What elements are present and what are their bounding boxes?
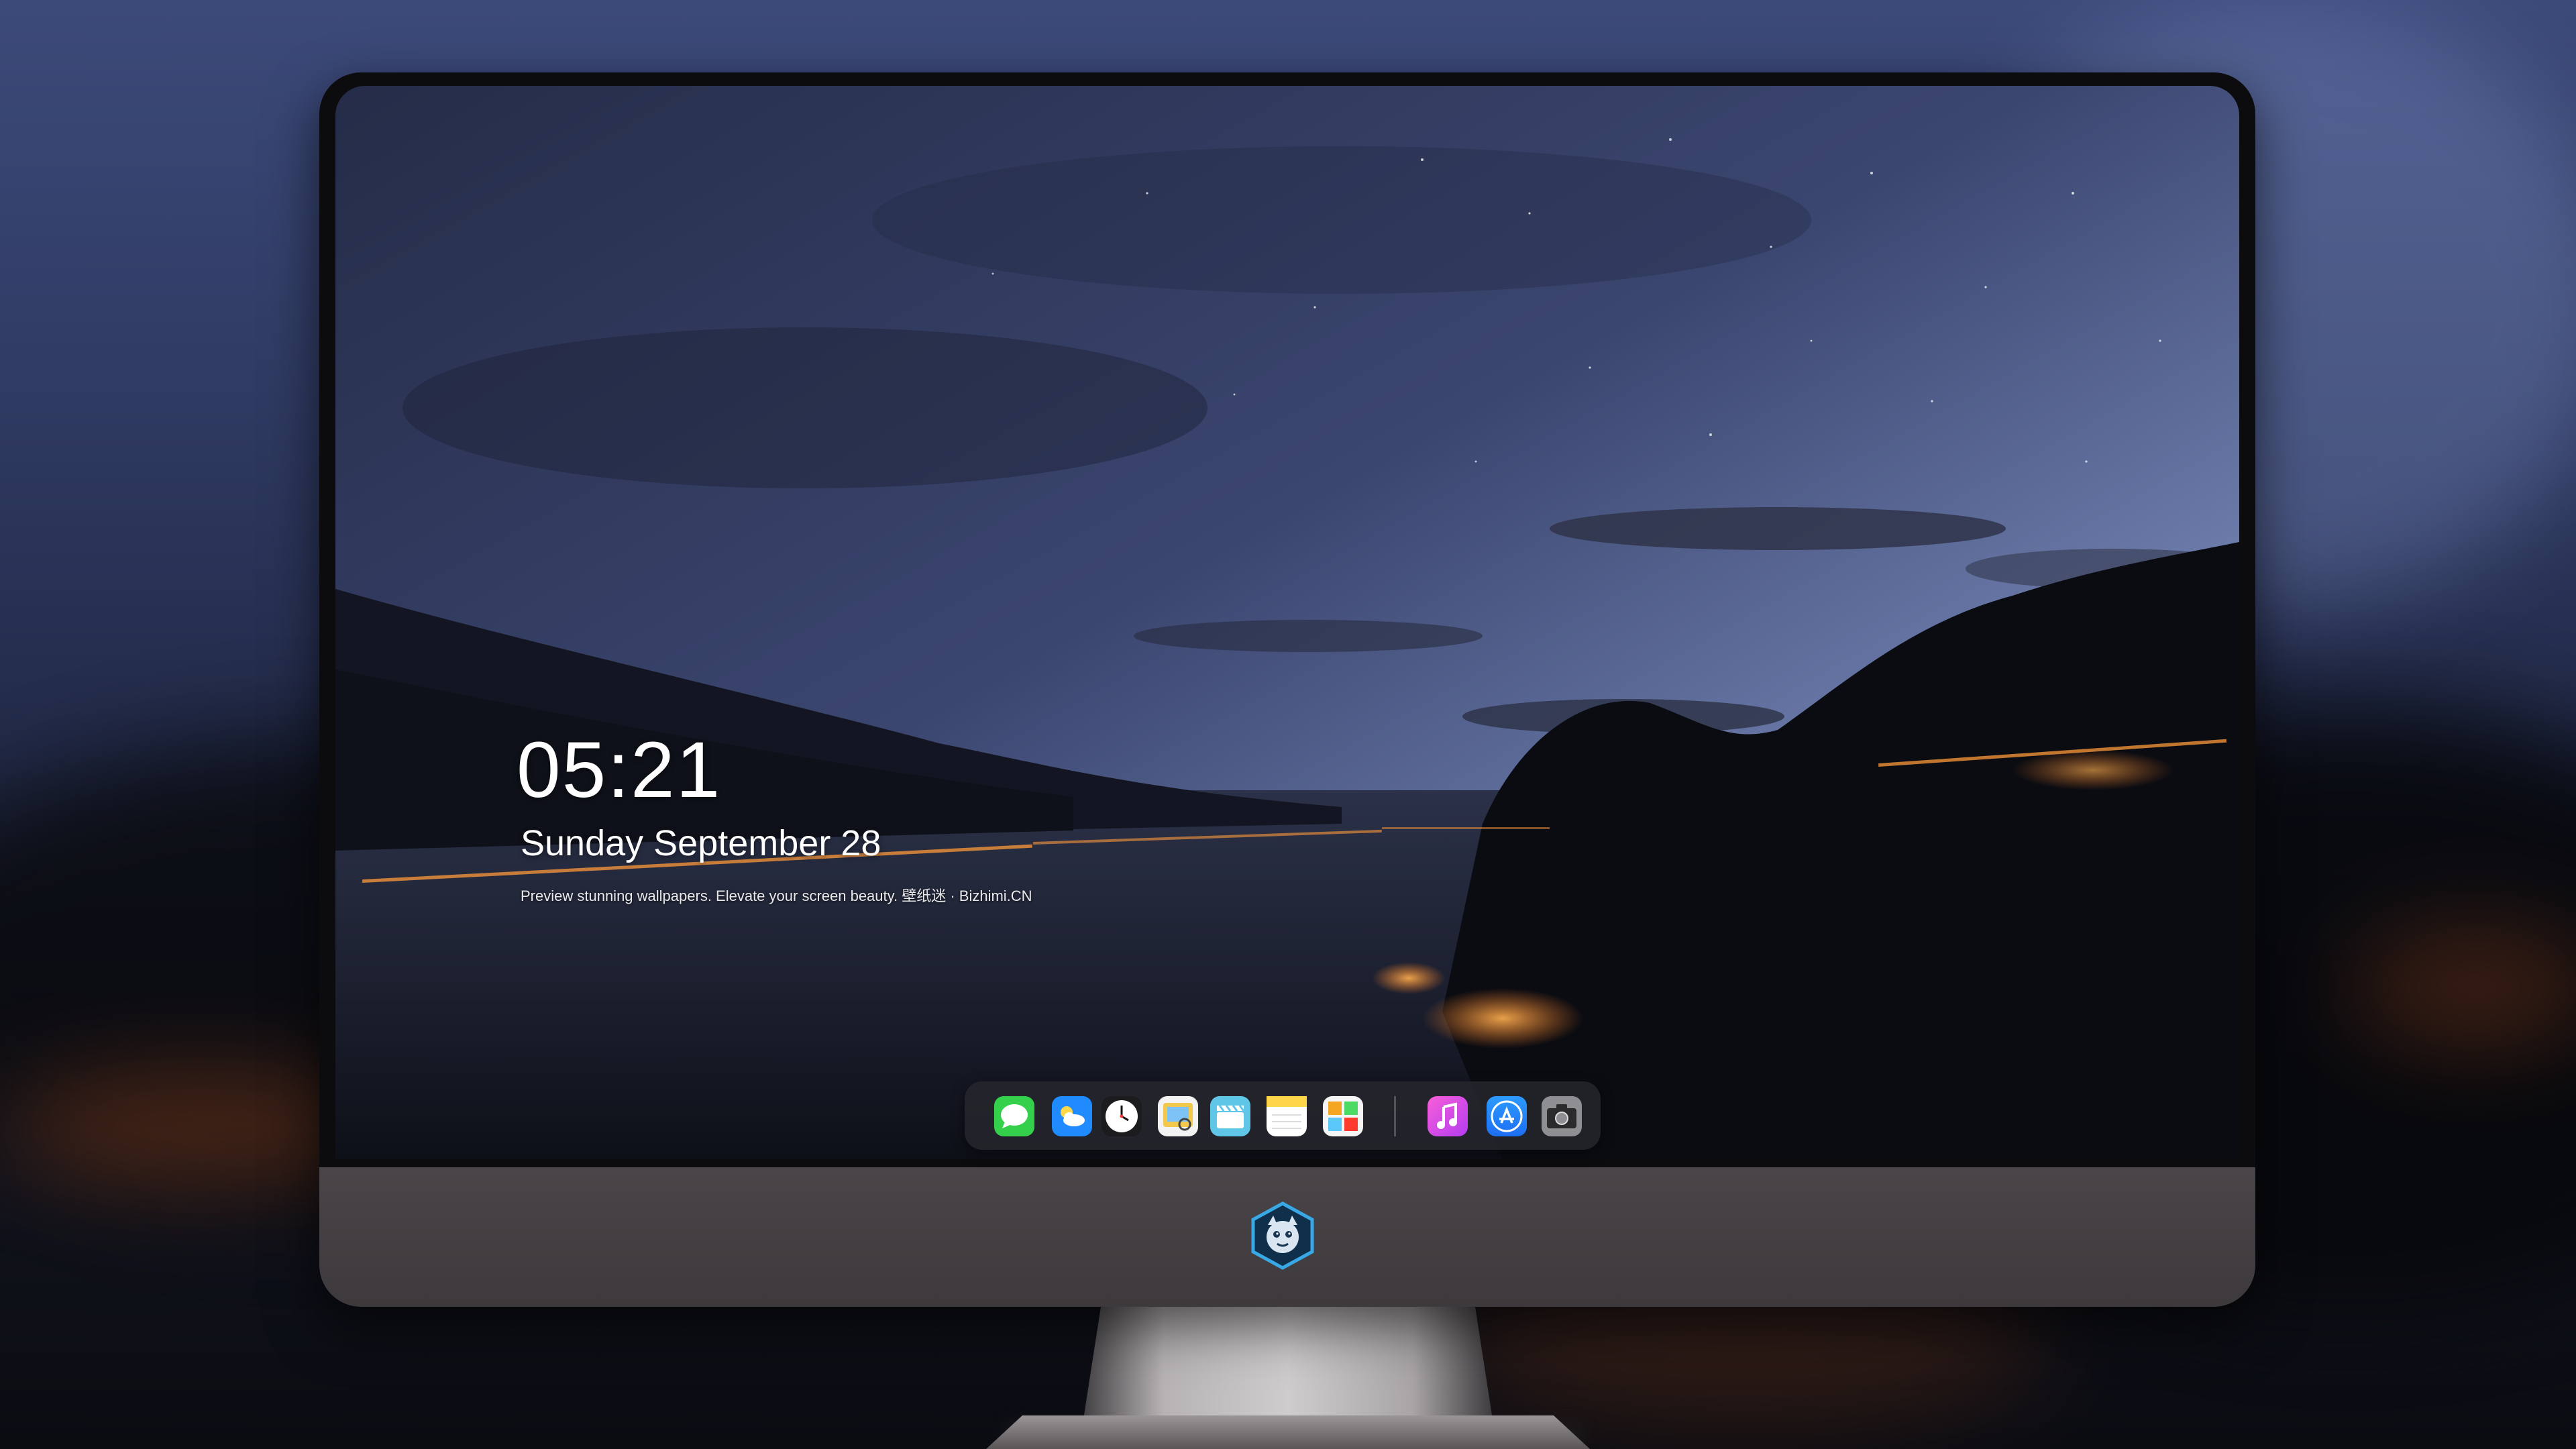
desktop-wallpaper bbox=[335, 86, 2239, 1159]
wallpaper-caption: Preview stunning wallpapers. Elevate you… bbox=[521, 888, 1032, 904]
app-store-icon[interactable] bbox=[1487, 1096, 1527, 1136]
dock-separator bbox=[1394, 1096, 1396, 1136]
camera-icon[interactable] bbox=[1542, 1096, 1582, 1136]
lockscreen-date: Sunday September 28 bbox=[521, 823, 881, 863]
clips-icon[interactable] bbox=[1210, 1096, 1250, 1136]
music-icon[interactable] bbox=[1428, 1096, 1468, 1136]
lockscreen-time: 05:21 bbox=[517, 726, 722, 814]
clock-icon[interactable] bbox=[1102, 1096, 1142, 1136]
photo-booth-icon[interactable] bbox=[1323, 1096, 1363, 1136]
notes-icon[interactable] bbox=[1267, 1096, 1307, 1136]
lake-night-wallpaper bbox=[335, 86, 2239, 1159]
preview-icon[interactable] bbox=[1158, 1096, 1198, 1136]
weather-icon[interactable] bbox=[1052, 1096, 1092, 1136]
dragon-mascot-icon bbox=[1248, 1201, 1318, 1271]
monitor-stand-base bbox=[986, 1415, 1590, 1449]
messages-icon[interactable] bbox=[994, 1096, 1034, 1136]
